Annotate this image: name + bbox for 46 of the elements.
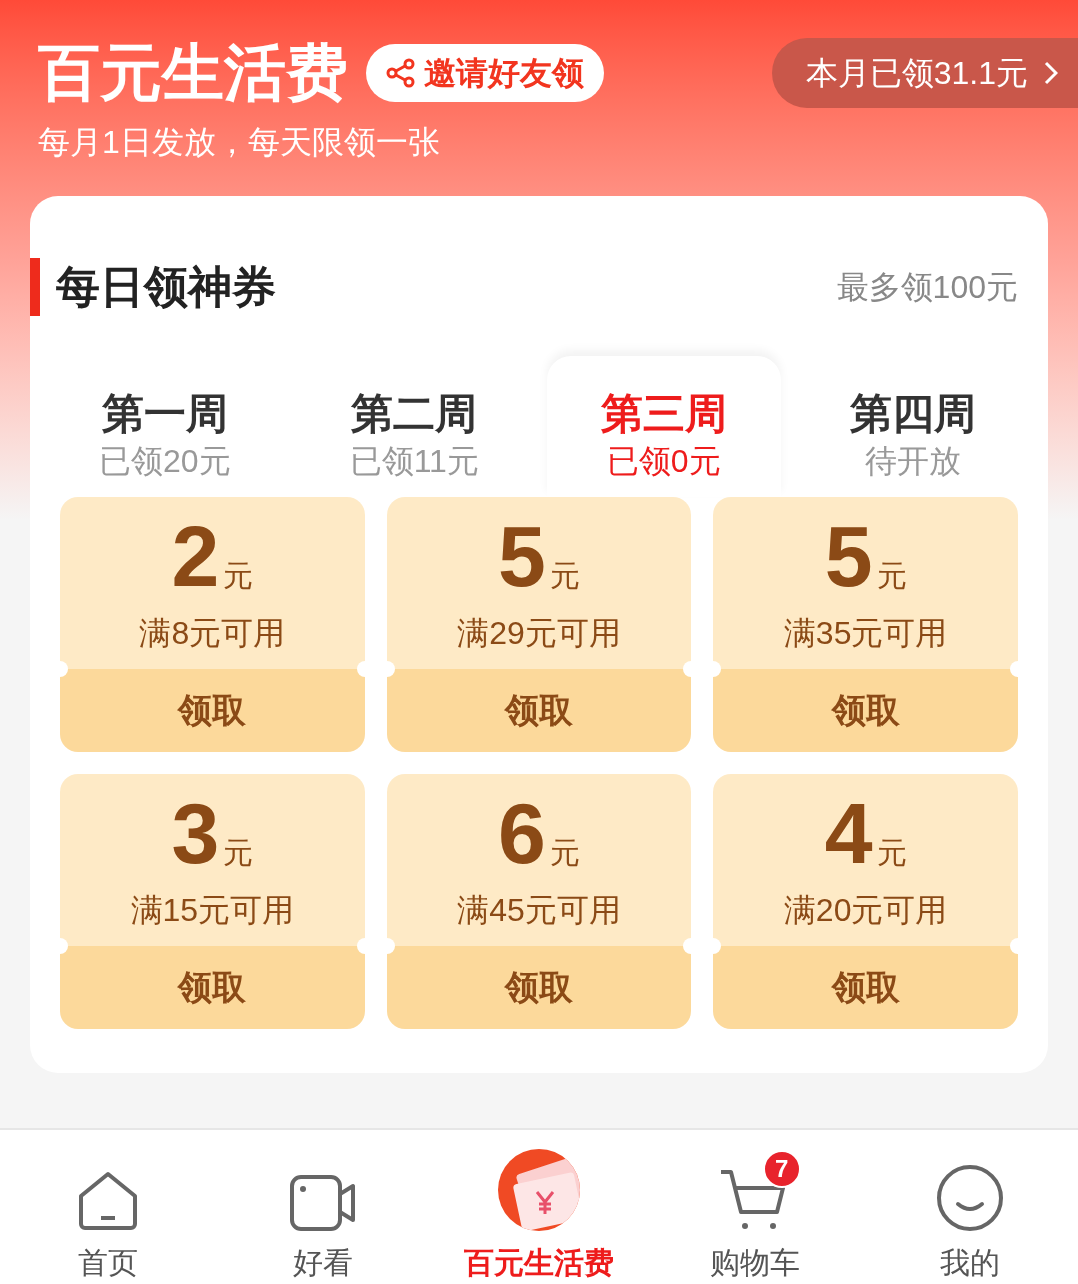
coupon-condition: 满8元可用: [139, 613, 286, 653]
coupon-unit: 元: [876, 557, 907, 594]
coupon-condition: 满35元可用: [783, 613, 948, 653]
week-tab[interactable]: 第二周 已领11元: [297, 356, 531, 497]
coupon-amount: 3: [171, 789, 220, 876]
coupon-condition: 满20元可用: [783, 890, 948, 930]
claim-button[interactable]: 领取: [713, 945, 1018, 1029]
claim-button[interactable]: 领取: [386, 945, 692, 1029]
accent-bar: [30, 258, 40, 316]
page-title: 百元生活费: [38, 42, 348, 104]
section-title: 每日领神券: [56, 261, 276, 313]
video-camera-icon: [289, 1174, 358, 1232]
claim-button[interactable]: 领取: [60, 668, 365, 752]
coupon-condition: 满29元可用: [457, 613, 621, 653]
nav-item[interactable]: 7 购物车: [646, 1148, 863, 1284]
coupon-unit: 元: [876, 834, 907, 871]
coupon-unit: 元: [549, 834, 580, 871]
coupon-unit: 元: [223, 557, 254, 594]
subtitle: 每月1日发放，每天限领一张: [38, 123, 441, 162]
max-amount-note: 最多领100元: [836, 268, 1018, 307]
smiley-icon: [936, 1164, 1005, 1232]
claim-button[interactable]: 领取: [386, 668, 692, 752]
nav-item[interactable]: 好看: [215, 1148, 432, 1284]
coupon-amount: 5: [824, 512, 873, 599]
nav-item[interactable]: 百元生活费: [431, 1148, 647, 1284]
coupon-amount: 4: [824, 789, 873, 876]
share-icon: [386, 58, 416, 88]
claim-button[interactable]: 领取: [60, 945, 365, 1029]
week-tab[interactable]: 第四周 待开放: [796, 356, 1030, 497]
coupon-amount: 6: [498, 789, 546, 876]
week-tab[interactable]: 第一周 已领20元: [48, 356, 282, 497]
money-envelope-icon: [497, 1148, 581, 1232]
nav-item[interactable]: 首页: [0, 1148, 216, 1284]
invite-button[interactable]: 邀请好友领: [366, 44, 604, 102]
coupon-unit: 元: [223, 834, 254, 871]
coupon-condition: 满45元可用: [457, 890, 621, 930]
count-badge: 7: [762, 1150, 801, 1188]
coupon-condition: 满15元可用: [130, 890, 295, 930]
claim-button[interactable]: 领取: [713, 668, 1018, 752]
coupon-amount: 5: [498, 512, 546, 599]
week-tab[interactable]: 第三周 已领0元: [547, 356, 781, 497]
monthly-total-button[interactable]: 本月已领31.1元: [771, 38, 1078, 108]
coupon-amount: 2: [171, 512, 220, 599]
chevron-right-icon: [1044, 61, 1058, 85]
coupon-unit: 元: [549, 557, 580, 594]
nav-item[interactable]: 我的: [862, 1148, 1078, 1284]
